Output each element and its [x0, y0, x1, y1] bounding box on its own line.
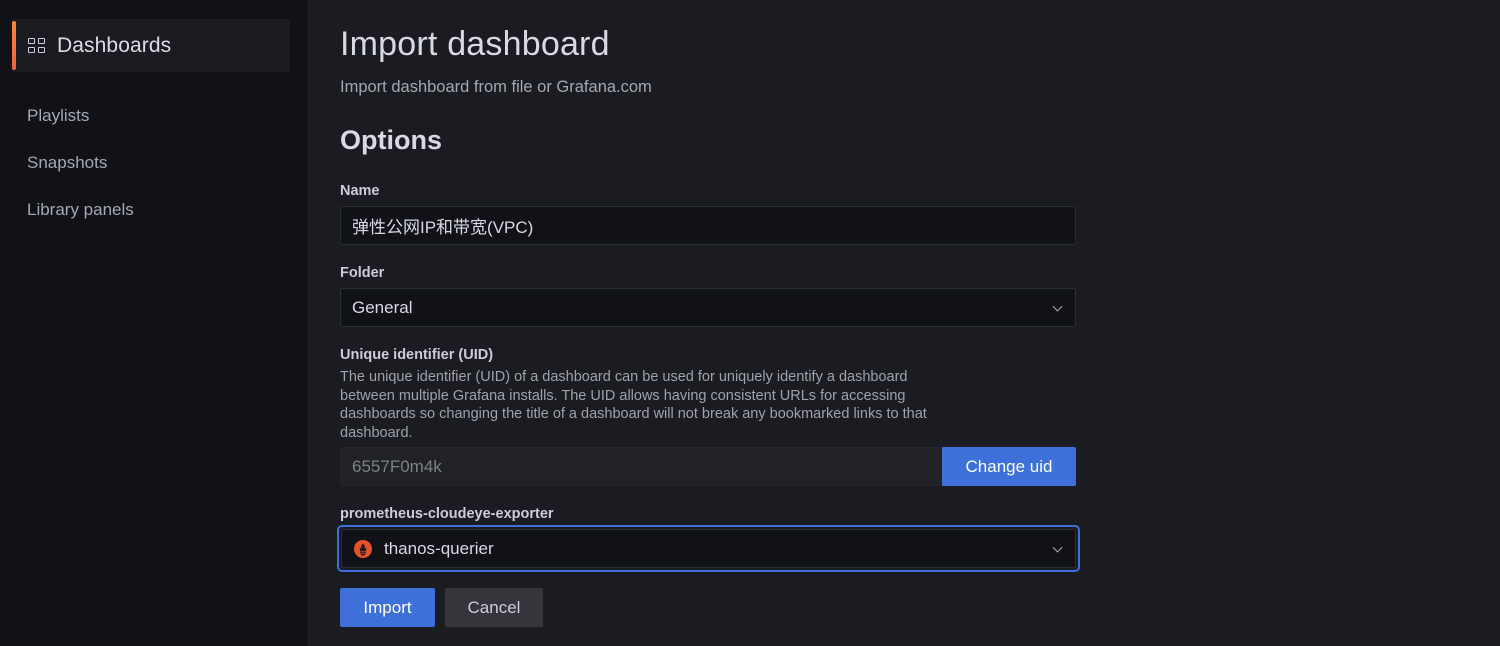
uid-input: 6557F0m4k [340, 447, 942, 486]
sidebar: Dashboards Playlists Snapshots Library p… [0, 0, 309, 646]
uid-description: The unique identifier (UID) of a dashboa… [340, 369, 927, 441]
sidebar-item-snapshots[interactable]: Snapshots [27, 153, 107, 173]
active-indicator [12, 21, 16, 70]
uid-row: 6557F0m4k Change uid [340, 447, 1076, 486]
page-title: Import dashboard [340, 25, 610, 63]
sidebar-item-playlists[interactable]: Playlists [27, 106, 89, 126]
folder-select-value: General [352, 297, 413, 317]
datasource-select[interactable]: thanos-querier [337, 525, 1080, 572]
name-input[interactable]: 弹性公网IP和带宽(VPC) [340, 206, 1076, 245]
folder-label: Folder [340, 265, 385, 281]
import-button[interactable]: Import [340, 588, 435, 627]
sidebar-item-label: Dashboards [57, 33, 172, 57]
page-subtitle: Import dashboard from file or Grafana.co… [340, 78, 652, 96]
name-label: Name [340, 183, 380, 199]
change-uid-button[interactable]: Change uid [942, 447, 1076, 486]
apps-grid-icon [28, 37, 46, 54]
name-input-value: 弹性公网IP和带宽(VPC) [352, 218, 534, 237]
folder-select[interactable]: General [340, 288, 1076, 327]
cancel-button[interactable]: Cancel [445, 588, 543, 627]
chevron-down-icon [1052, 542, 1063, 553]
chevron-down-icon [1052, 301, 1063, 312]
uid-input-value: 6557F0m4k [352, 456, 442, 476]
datasource-select-value: thanos-querier [384, 538, 494, 558]
sidebar-item-dashboards[interactable]: Dashboards [12, 19, 290, 72]
section-title-options: Options [340, 125, 442, 155]
prometheus-icon [354, 539, 372, 558]
sidebar-item-library-panels[interactable]: Library panels [27, 200, 134, 220]
main-content: Import dashboard Import dashboard from f… [309, 0, 1500, 646]
datasource-label: prometheus-cloudeye-exporter [340, 506, 554, 522]
uid-label: Unique identifier (UID) [340, 347, 494, 363]
app-root: Dashboards Playlists Snapshots Library p… [0, 0, 1500, 646]
form-actions: Import Cancel [340, 588, 543, 627]
datasource-select-inner: thanos-querier [341, 529, 1076, 568]
